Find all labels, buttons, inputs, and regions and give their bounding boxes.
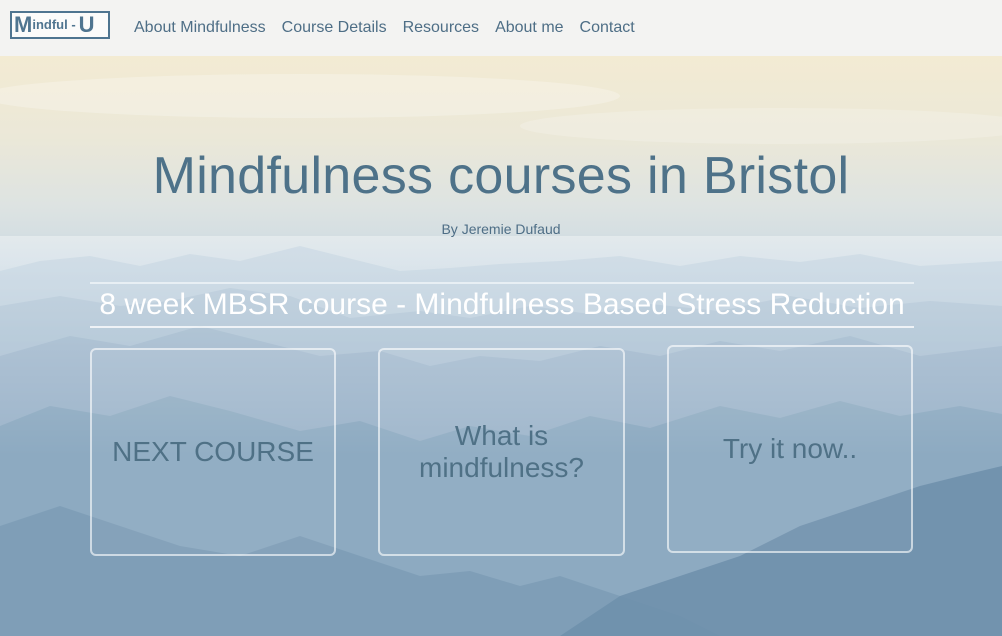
what-is-mindfulness-card[interactable]: What is mindfulness? [378, 348, 625, 556]
logo-text: indful - [32, 17, 76, 32]
nav-link-about-mindfulness[interactable]: About Mindfulness [134, 19, 266, 37]
author-byline: By Jeremie Dufaud [441, 221, 561, 237]
course-banner: 8 week MBSR course - Mindfulness Based S… [90, 282, 914, 328]
mindful-u-logo[interactable]: M indful - U [10, 11, 110, 39]
logo-initial: M [14, 12, 32, 37]
nav-link-resources[interactable]: Resources [403, 19, 479, 37]
hero-section: Mindfulness courses in Bristol By Jeremi… [0, 56, 1002, 636]
top-navigation-bar: M indful - U About Mindfulness Course De… [0, 0, 1002, 56]
nav-link-course-details[interactable]: Course Details [282, 19, 387, 37]
next-course-label: NEXT COURSE [112, 436, 314, 467]
page-title: Mindfulness courses in Bristol [152, 147, 850, 205]
what-is-mindfulness-label: What is mindfulness? [419, 420, 584, 483]
nav-links: About Mindfulness Course Details Resourc… [134, 0, 651, 56]
nav-link-contact[interactable]: Contact [580, 19, 635, 37]
next-course-card[interactable]: NEXT COURSE [90, 348, 336, 556]
try-it-now-label: Try it now.. [722, 433, 858, 464]
try-it-now-card[interactable]: Try it now.. [667, 345, 913, 553]
nav-link-about-me[interactable]: About me [495, 19, 563, 37]
logo-suffix: U [78, 12, 95, 37]
